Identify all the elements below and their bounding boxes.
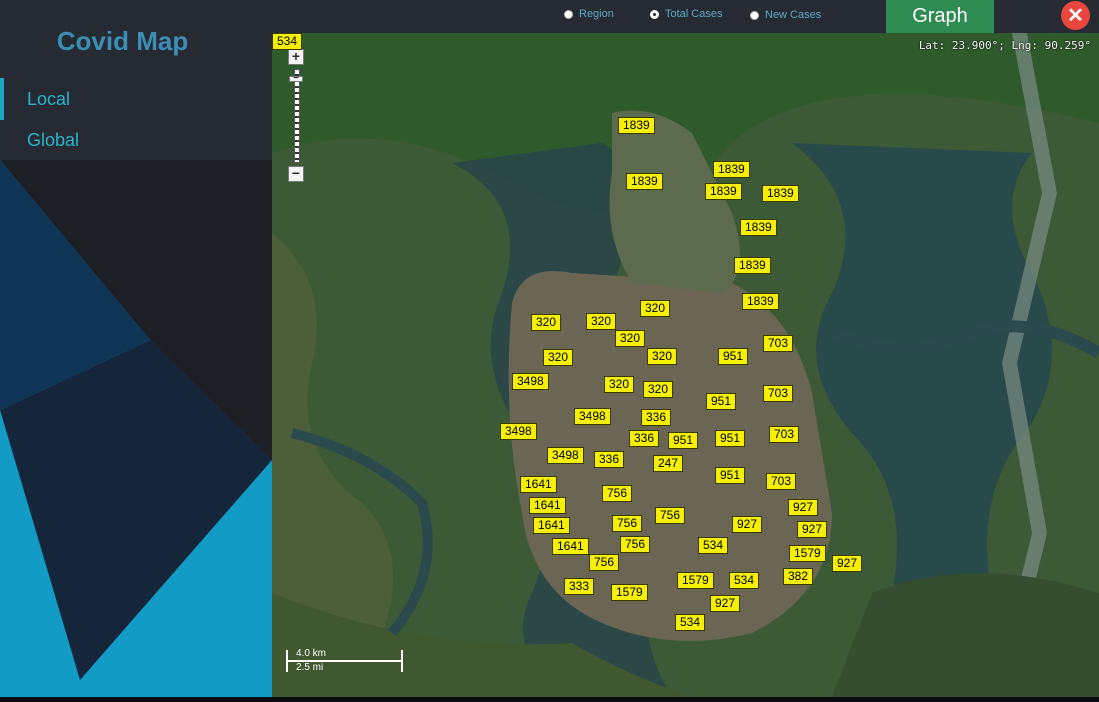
radio-dot[interactable]	[750, 10, 759, 20]
case-count-label[interactable]: 927	[797, 521, 828, 538]
zoom-in-button[interactable]: +	[288, 49, 304, 65]
case-count-label[interactable]: 3498	[512, 373, 549, 390]
case-count-label[interactable]: 3498	[547, 447, 584, 464]
case-count-label[interactable]: 756	[655, 507, 686, 524]
case-count-label[interactable]: 756	[589, 554, 620, 571]
scale-bar: 4.0 km 2.5 mi	[286, 648, 404, 674]
case-count-label[interactable]: 320	[647, 348, 678, 365]
radio-total-cases[interactable]: Total Cases	[650, 8, 722, 20]
case-count-label[interactable]: 1641	[529, 497, 566, 514]
sidebar-decoration	[0, 160, 272, 702]
coordinates-readout: Lat: 23.900°; Lng: 90.259°	[918, 39, 1091, 52]
case-count-label[interactable]: 1839	[705, 183, 742, 200]
case-count-label[interactable]: 951	[715, 430, 746, 447]
sidebar: Covid Map Local Global	[0, 0, 272, 702]
case-count-label[interactable]: 1579	[677, 572, 714, 589]
case-count-label[interactable]: 1839	[713, 161, 750, 178]
case-count-label[interactable]: 927	[732, 516, 763, 533]
case-count-label[interactable]: 534	[272, 33, 303, 50]
app-title: Covid Map	[56, 26, 189, 56]
case-count-label[interactable]: 320	[531, 314, 562, 331]
case-count-label[interactable]: 1839	[762, 185, 799, 202]
case-count-label[interactable]: 534	[729, 572, 760, 589]
case-count-label[interactable]: 703	[763, 335, 794, 352]
radio-dot[interactable]	[564, 9, 573, 19]
case-count-label[interactable]: 247	[653, 455, 684, 472]
case-count-label[interactable]: 1839	[626, 173, 663, 190]
case-count-label[interactable]: 1839	[734, 257, 771, 274]
radio-region[interactable]: Region	[564, 8, 614, 20]
case-count-label[interactable]: 756	[612, 515, 643, 532]
sidebar-item-label: Global	[27, 129, 80, 150]
sidebar-item-local[interactable]: Local	[0, 78, 272, 120]
scale-mi-label: 2.5 mi	[296, 662, 324, 673]
case-count-label[interactable]: 927	[788, 499, 819, 516]
case-count-label[interactable]: 1579	[789, 545, 826, 562]
case-count-label[interactable]: 1839	[740, 219, 777, 236]
case-count-label[interactable]: 756	[602, 485, 633, 502]
graph-button[interactable]: Graph	[886, 0, 994, 33]
radio-label: New Cases	[765, 9, 822, 21]
scale-tick	[286, 650, 288, 672]
case-count-label[interactable]: 1579	[611, 584, 648, 601]
case-count-label[interactable]: 1641	[533, 517, 570, 534]
case-count-label[interactable]: 333	[564, 578, 595, 595]
case-count-label[interactable]: 927	[710, 595, 741, 612]
case-count-label[interactable]: 1839	[742, 293, 779, 310]
case-count-label[interactable]: 320	[586, 313, 617, 330]
sidebar-item-global[interactable]: Global	[0, 119, 272, 161]
case-count-label[interactable]: 1641	[520, 476, 557, 493]
case-count-label[interactable]: 756	[620, 536, 651, 553]
satellite-map[interactable]: Lat: 23.900°; Lng: 90.259° + − − 4.0 km …	[272, 33, 1099, 697]
bottom-strip	[0, 697, 1099, 702]
case-count-label[interactable]: 951	[706, 393, 737, 410]
case-count-label[interactable]: 703	[763, 385, 794, 402]
case-count-label[interactable]: 703	[769, 426, 800, 443]
case-count-label[interactable]: 703	[766, 473, 797, 490]
zoom-slider-handle[interactable]: −	[289, 74, 303, 84]
scale-tick	[401, 650, 403, 672]
case-count-label[interactable]: 320	[615, 330, 646, 347]
case-count-label[interactable]: 320	[643, 381, 674, 398]
case-count-label[interactable]: 320	[604, 376, 635, 393]
case-count-label[interactable]: 534	[675, 614, 706, 631]
sidebar-item-label: Local	[27, 88, 71, 109]
case-count-label[interactable]: 382	[783, 568, 814, 585]
radio-new-cases[interactable]: New Cases	[750, 9, 821, 21]
case-count-label[interactable]: 927	[832, 555, 863, 572]
case-count-label[interactable]: 336	[641, 409, 672, 426]
radio-label: Region	[579, 8, 614, 20]
radio-label: Total Cases	[665, 8, 723, 20]
case-count-label[interactable]: 951	[715, 467, 746, 484]
case-count-label[interactable]: 3498	[574, 408, 611, 425]
case-count-label[interactable]: 336	[629, 430, 660, 447]
sidebar-header: Covid Map Local Global	[0, 0, 272, 160]
case-count-label[interactable]: 336	[594, 451, 625, 468]
case-count-label[interactable]: 320	[543, 349, 574, 366]
zoom-out-button[interactable]: −	[288, 166, 304, 182]
case-count-label[interactable]: 951	[668, 432, 699, 449]
case-count-label[interactable]: 3498	[500, 423, 537, 440]
case-count-label[interactable]: 1839	[618, 117, 655, 134]
map-imagery	[272, 33, 1099, 697]
radio-dot[interactable]	[650, 9, 659, 19]
case-count-label[interactable]: 534	[698, 537, 729, 554]
case-count-label[interactable]: 320	[640, 300, 671, 317]
scale-km-label: 4.0 km	[296, 648, 327, 659]
close-icon[interactable]: ✕	[1061, 1, 1090, 30]
case-count-label[interactable]: 951	[718, 348, 749, 365]
case-count-label[interactable]: 1641	[552, 538, 589, 555]
